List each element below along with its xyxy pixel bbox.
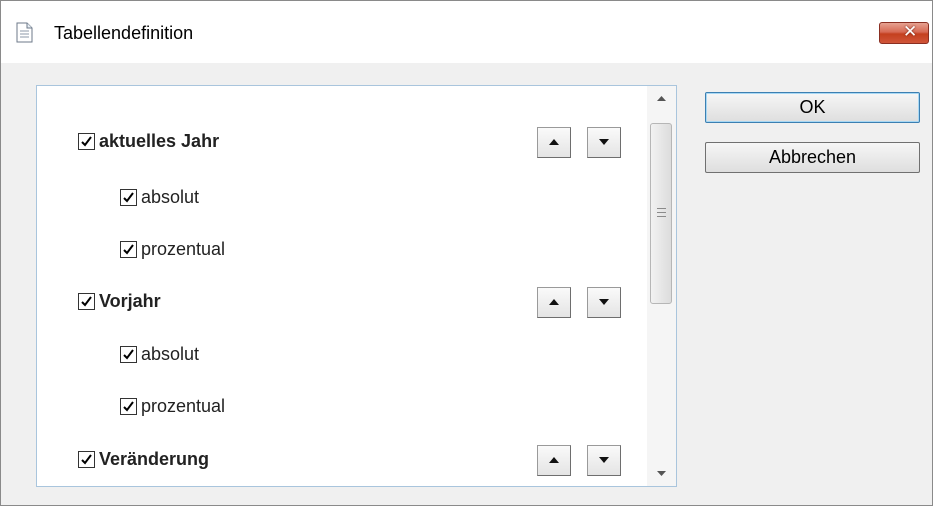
arrow-up-icon xyxy=(549,299,559,305)
close-icon: ✕ xyxy=(903,22,918,42)
checkbox[interactable] xyxy=(120,346,137,363)
cancel-button[interactable]: Abbrechen xyxy=(705,142,920,173)
close-button[interactable]: ✕ xyxy=(879,22,929,44)
checkbox[interactable] xyxy=(78,293,95,310)
checkbox[interactable] xyxy=(78,133,95,150)
list-item-group[interactable]: aktuelles Jahr xyxy=(78,131,219,152)
list-item-label: absolut xyxy=(141,187,200,207)
checkmark-icon xyxy=(123,244,134,255)
checkmark-icon xyxy=(81,296,92,307)
grip-line xyxy=(657,212,666,213)
list-item-group[interactable]: Vorjahr xyxy=(78,291,161,312)
list-item-child[interactable]: absolut xyxy=(120,187,199,208)
checkmark-icon xyxy=(123,401,134,412)
checkbox[interactable] xyxy=(120,241,137,258)
list-item-child[interactable]: prozentual xyxy=(120,396,225,417)
arrow-down-icon xyxy=(599,457,609,463)
ok-button[interactable]: OK xyxy=(705,92,920,123)
checkbox[interactable] xyxy=(120,189,137,206)
arrow-down-icon xyxy=(599,299,609,305)
checkmark-icon xyxy=(81,136,92,147)
list-item-label: Vorjahr xyxy=(99,291,161,311)
dialog-window: Tabellendefinition ✕ aktuelles Jahr abso… xyxy=(0,0,933,506)
list-item-label: prozentual xyxy=(141,396,226,416)
grip-line xyxy=(657,208,666,209)
move-up-button[interactable] xyxy=(537,445,571,476)
checkmark-icon xyxy=(81,454,92,465)
column-list-panel: aktuelles Jahr absolut prozentual Vorjah… xyxy=(36,85,677,487)
vertical-scrollbar[interactable] xyxy=(647,86,676,486)
list-item-label: Veränderung xyxy=(99,449,210,469)
list-item-label: aktuelles Jahr xyxy=(99,131,220,151)
checkmark-icon xyxy=(123,192,134,203)
list-item-child[interactable]: prozentual xyxy=(120,239,225,260)
scroll-down-icon xyxy=(657,471,666,476)
move-down-button[interactable] xyxy=(587,287,621,318)
list-item-group[interactable]: Veränderung xyxy=(78,449,209,470)
scroll-up-icon xyxy=(657,96,666,101)
document-icon xyxy=(16,22,33,43)
move-up-button[interactable] xyxy=(537,127,571,158)
move-down-button[interactable] xyxy=(587,445,621,476)
list-item-label: absolut xyxy=(141,344,200,364)
checkmark-icon xyxy=(123,349,134,360)
move-up-button[interactable] xyxy=(537,287,571,318)
title-bar: Tabellendefinition ✕ xyxy=(1,1,932,63)
scroll-up-button[interactable] xyxy=(647,86,676,110)
arrow-up-icon xyxy=(549,139,559,145)
window-title: Tabellendefinition xyxy=(54,23,194,43)
grip-line xyxy=(657,216,666,217)
checkbox[interactable] xyxy=(78,451,95,468)
scroll-thumb[interactable] xyxy=(650,123,672,304)
move-down-button[interactable] xyxy=(587,127,621,158)
arrow-up-icon xyxy=(549,457,559,463)
scroll-down-button[interactable] xyxy=(647,462,676,486)
list-item-label: prozentual xyxy=(141,239,226,259)
list-item-child[interactable]: absolut xyxy=(120,344,199,365)
checkbox[interactable] xyxy=(120,398,137,415)
arrow-down-icon xyxy=(599,139,609,145)
